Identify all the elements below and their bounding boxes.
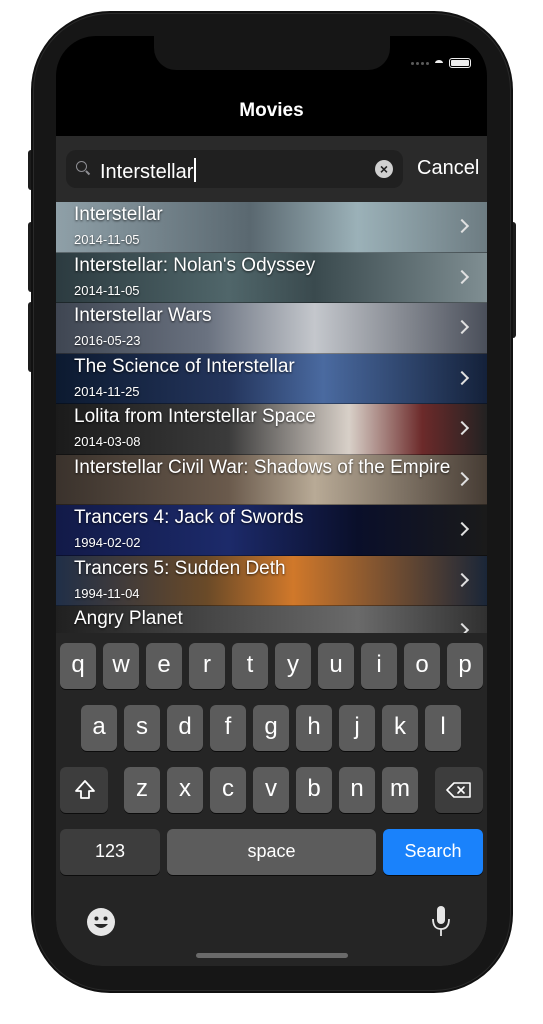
movie-title: Interstellar Wars	[74, 305, 212, 326]
chevron-right-icon	[454, 420, 470, 436]
microphone-icon[interactable]	[430, 904, 452, 938]
page-title: Movies	[239, 100, 304, 121]
release-date: 2014-11-25	[74, 383, 140, 399]
key-q[interactable]: q	[60, 643, 96, 689]
key-x[interactable]: x	[167, 767, 203, 813]
key-a[interactable]: a	[81, 705, 117, 751]
chevron-right-icon	[454, 370, 470, 385]
search-query: Interstellar	[100, 161, 194, 183]
key-z[interactable]: z	[124, 767, 160, 813]
cancel-button[interactable]: Cancel	[417, 157, 479, 180]
clear-icon[interactable]: ×	[375, 160, 393, 178]
list-item[interactable]: Interstellar Wars 2016-05-23	[56, 303, 487, 354]
key-p[interactable]: p	[447, 643, 483, 689]
key-n[interactable]: n	[339, 767, 375, 813]
key-u[interactable]: u	[318, 643, 354, 689]
list-item[interactable]: Lolita from Interstellar Space 2014-03-0…	[56, 404, 487, 455]
key-v[interactable]: v	[253, 767, 289, 813]
movie-title: The Science of Interstellar	[74, 355, 295, 377]
release-date: 2014-11-05	[74, 282, 140, 298]
battery-icon	[449, 58, 471, 68]
release-date: 2016-05-23	[74, 333, 141, 348]
wifi-icon	[435, 60, 443, 66]
movie-title: Trancers 5: Sudden Deth	[74, 557, 286, 579]
chevron-right-icon	[454, 319, 470, 335]
key-r[interactable]: r	[189, 643, 225, 689]
key-k[interactable]: k	[382, 705, 418, 751]
release-date: 2014-03-08	[74, 434, 141, 449]
release-date: 2014-11-05	[74, 232, 140, 247]
results-list: Interstellar 2014-11-05 Interstellar: No…	[56, 202, 487, 657]
emoji-icon[interactable]	[86, 907, 116, 937]
key-j[interactable]: j	[339, 705, 375, 751]
movie-title: Angry Planet	[74, 608, 183, 629]
list-item[interactable]: Interstellar Civil War: Shadows of the E…	[56, 454, 487, 505]
backspace-key[interactable]	[435, 767, 483, 813]
release-date: 1994-11-04	[74, 585, 140, 601]
key-i[interactable]: i	[361, 643, 397, 689]
movie-title: Interstellar	[74, 204, 163, 225]
key-g[interactable]: g	[253, 705, 289, 751]
key-o[interactable]: o	[404, 643, 440, 689]
search-bar: Interstellar × Cancel	[56, 136, 487, 202]
key-h[interactable]: h	[296, 705, 332, 751]
release-date: 1994-02-02	[74, 535, 141, 550]
key-b[interactable]: b	[296, 767, 332, 813]
key-d[interactable]: d	[167, 705, 203, 751]
space-key[interactable]: space	[167, 829, 376, 875]
status-bar	[411, 58, 471, 68]
key-f[interactable]: f	[210, 705, 246, 751]
movie-title: Interstellar Civil War: Shadows of the E…	[74, 456, 451, 478]
power-button	[510, 222, 516, 338]
key-l[interactable]: l	[425, 705, 461, 751]
text-caret	[194, 158, 197, 182]
keyboard: q w e r t y u i o p a s d f g h j k l z …	[56, 633, 487, 966]
list-item[interactable]: Interstellar: Nolan's Odyssey 2014-11-05	[56, 252, 487, 303]
chevron-right-icon	[454, 269, 470, 284]
search-input[interactable]: Interstellar ×	[66, 150, 403, 188]
key-y[interactable]: y	[275, 643, 311, 689]
movie-title: Interstellar: Nolan's Odyssey	[74, 254, 316, 276]
notch	[154, 36, 390, 70]
signal-icon	[411, 61, 429, 65]
search-icon	[76, 161, 90, 175]
list-item[interactable]: Interstellar 2014-11-05	[56, 202, 487, 253]
key-s[interactable]: s	[124, 705, 160, 751]
movie-title: Trancers 4: Jack of Swords	[74, 507, 304, 528]
home-indicator	[196, 953, 348, 958]
shift-icon	[75, 780, 95, 799]
chevron-right-icon	[454, 471, 470, 486]
screen: Movies Interstellar × Cancel Interstella…	[56, 36, 487, 966]
chevron-right-icon	[454, 521, 470, 537]
chevron-right-icon	[454, 218, 470, 234]
key-e[interactable]: e	[146, 643, 182, 689]
key-c[interactable]: c	[210, 767, 246, 813]
key-t[interactable]: t	[232, 643, 268, 689]
list-item[interactable]: The Science of Interstellar 2014-11-25	[56, 353, 487, 404]
movie-title: Lolita from Interstellar Space	[74, 406, 316, 427]
key-w[interactable]: w	[103, 643, 139, 689]
numbers-key[interactable]: 123	[60, 829, 160, 875]
chevron-right-icon	[454, 572, 470, 587]
list-item[interactable]: Trancers 5: Sudden Deth 1994-11-04	[56, 555, 487, 606]
shift-key[interactable]	[60, 767, 108, 813]
search-key[interactable]: Search	[383, 829, 483, 875]
backspace-icon	[446, 782, 471, 798]
list-item[interactable]: Trancers 4: Jack of Swords 1994-02-02	[56, 505, 487, 556]
key-m[interactable]: m	[382, 767, 418, 813]
